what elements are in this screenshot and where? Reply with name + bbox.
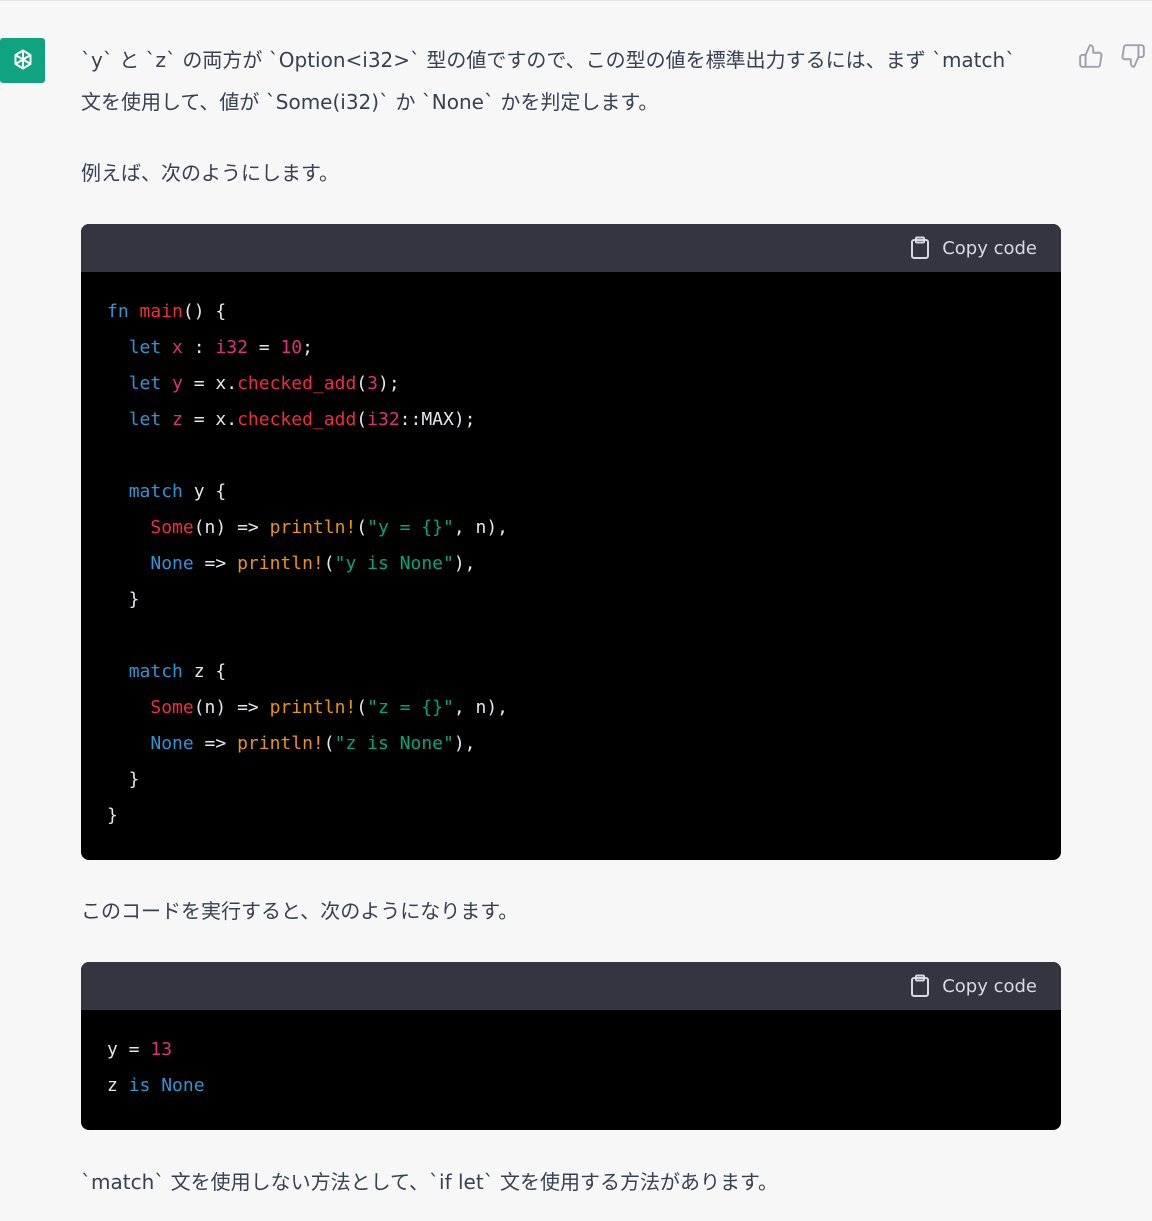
- copy-code-button[interactable]: Copy code: [910, 236, 1037, 260]
- clipboard-icon: [911, 974, 930, 997]
- copy-code-button[interactable]: Copy code: [910, 974, 1037, 998]
- assistant-avatar: [0, 38, 45, 83]
- paragraph-intro-line1: `y` と `z` の両方が `Option<i32>` 型の値ですので、この型…: [81, 48, 1016, 72]
- copy-code-label: Copy code: [942, 975, 1037, 997]
- code-block-output: Copy code y = 13 z is None: [81, 962, 1061, 1130]
- thumbs-down-icon[interactable]: [1120, 43, 1146, 69]
- code-block-header: Copy code: [81, 224, 1061, 272]
- copy-code-label: Copy code: [942, 237, 1037, 259]
- code-content: fn main() { let x : i32 = 10; let y = x.…: [107, 301, 509, 826]
- code-output-content: y = 13 z is None: [107, 1039, 205, 1096]
- openai-logo-icon: [14, 49, 31, 69]
- paragraph-example: 例えば、次のようにします。: [81, 161, 339, 185]
- paragraph-intro-line2: 文を使用して、値が `Some(i32)` か `None` かを判定します。: [81, 90, 659, 114]
- paragraph-result: このコードを実行すると、次のようになります。: [81, 899, 519, 923]
- feedback-buttons: [1078, 43, 1146, 69]
- paragraph-alternative: `match` 文を使用しない方法として、`if let` 文を使用する方法があ…: [81, 1170, 779, 1194]
- code-block-rust: Copy code fn main() { let x : i32 = 10; …: [81, 224, 1061, 860]
- thumbs-up-icon[interactable]: [1078, 43, 1104, 69]
- clipboard-icon: [911, 236, 930, 259]
- code-block-header: Copy code: [81, 962, 1061, 1010]
